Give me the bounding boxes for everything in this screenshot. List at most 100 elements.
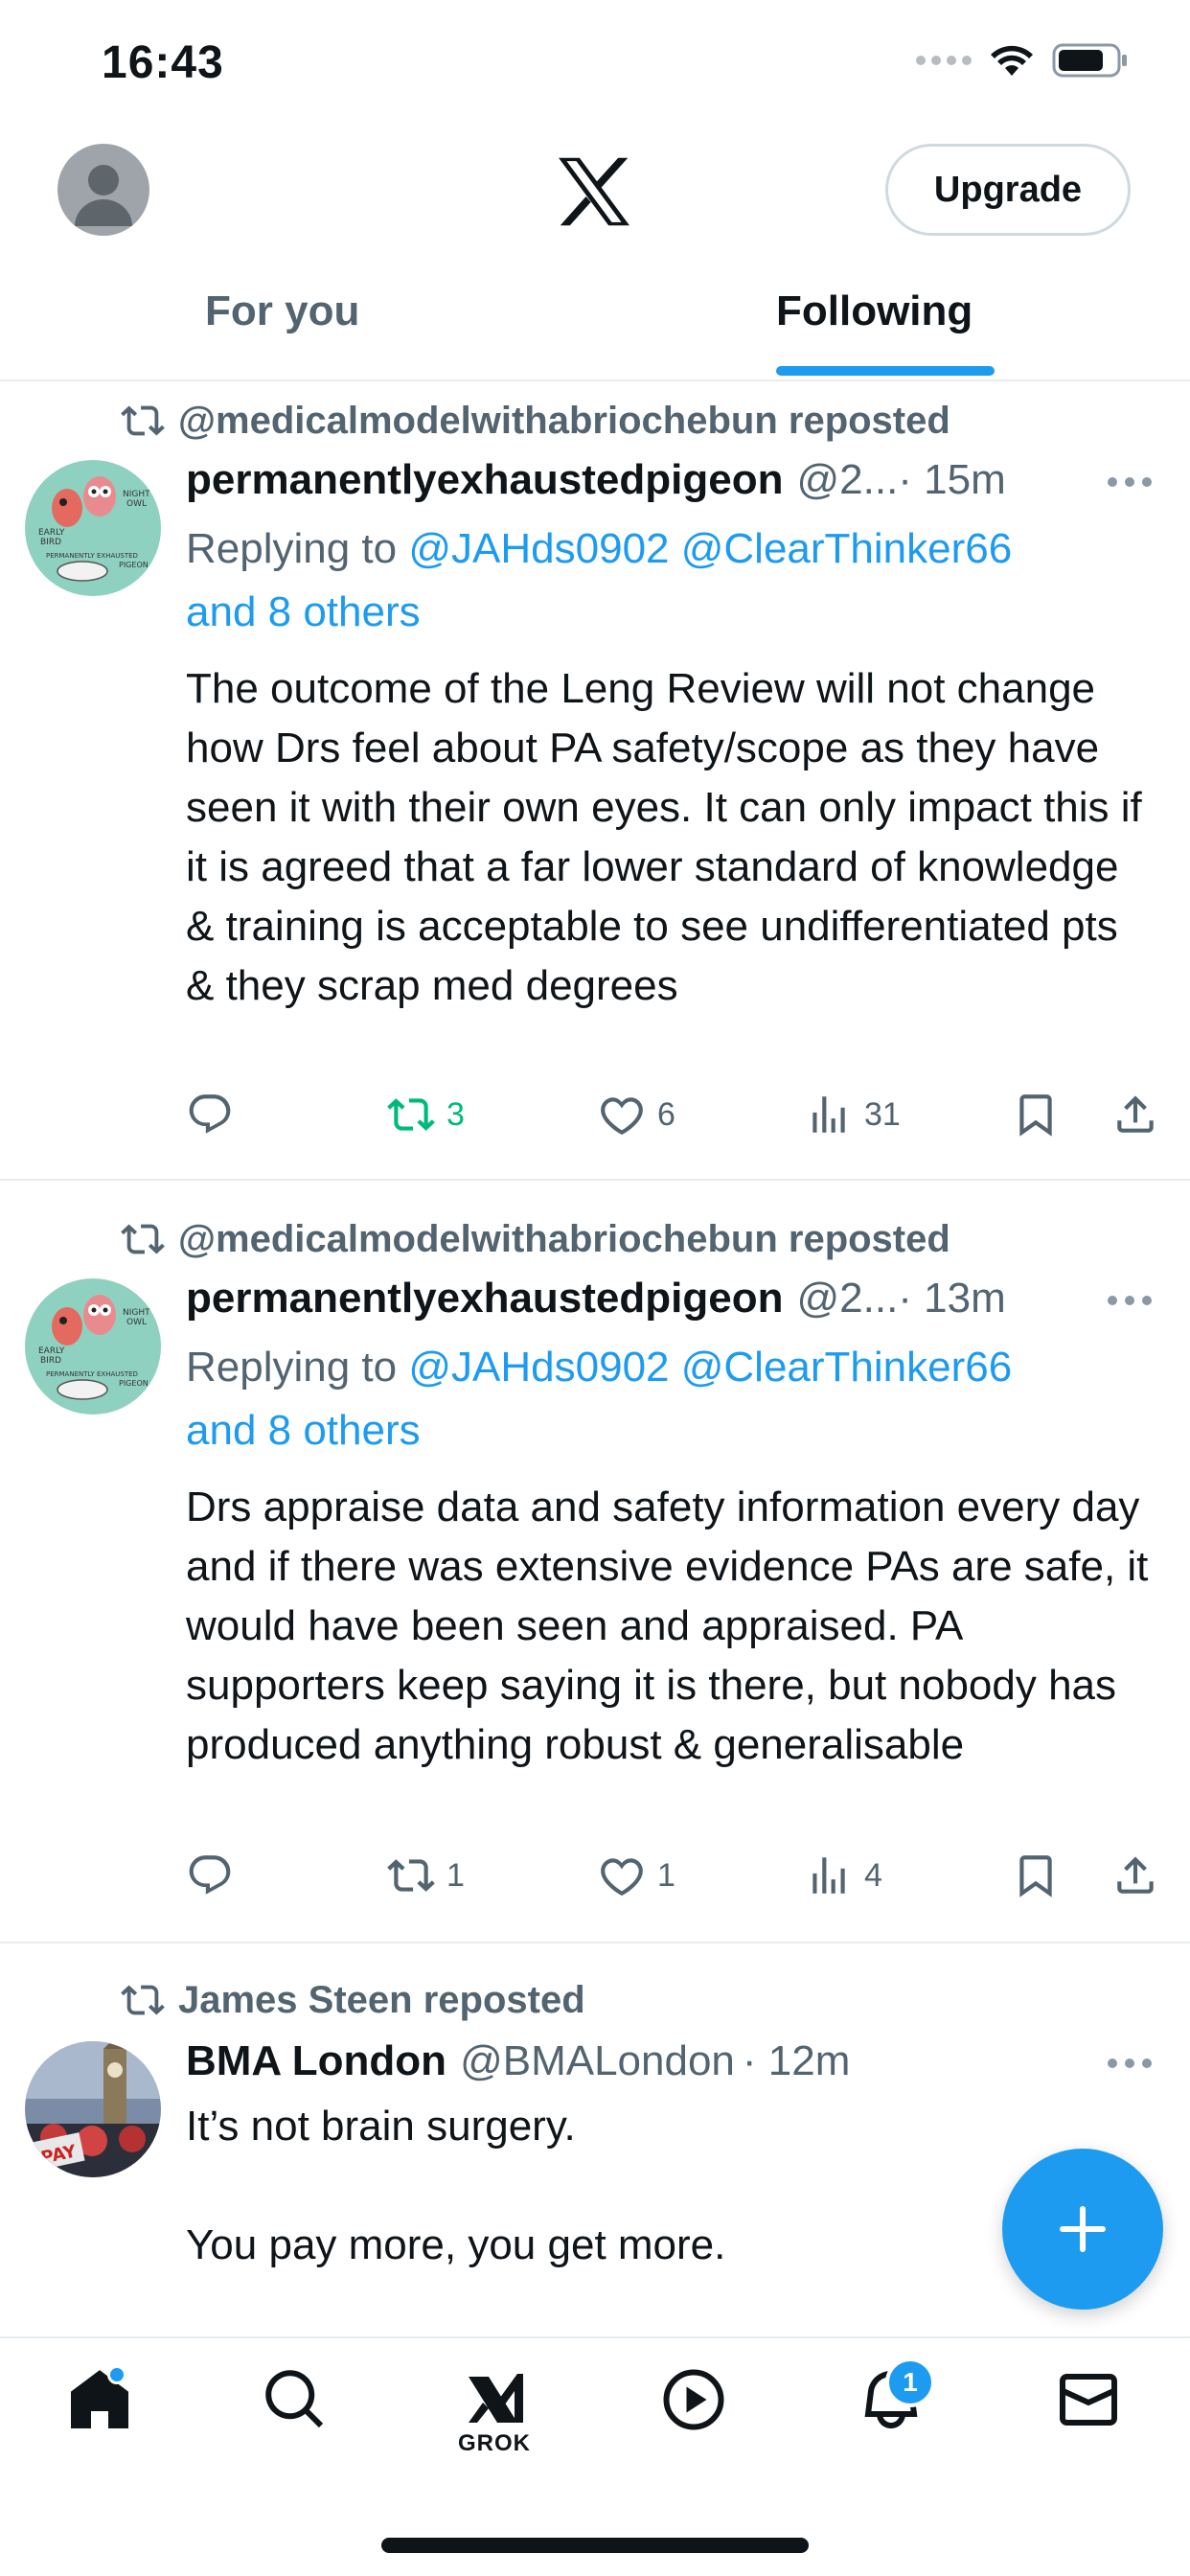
svg-text:OWL: OWL	[126, 499, 147, 509]
author-avatar[interactable]: PAY	[25, 2041, 161, 2177]
reply-and-others[interactable]: and 8 others	[186, 588, 421, 635]
repost-context: @medicalmodelwithabriochebun reposted	[121, 1217, 950, 1261]
share-icon	[1117, 1856, 1154, 1894]
wifi-icon	[991, 45, 1033, 76]
svg-text:OWL: OWL	[126, 1318, 147, 1327]
post-header: permanentlyexhaustedpigeon @2... · 15m	[186, 456, 1152, 504]
author-handle[interactable]: @2...	[796, 456, 898, 504]
reply-button[interactable]	[186, 1091, 234, 1138]
search-icon	[265, 2370, 324, 2428]
more-options-icon[interactable]	[1108, 477, 1157, 491]
post-actions: 3 6 31	[186, 1091, 1163, 1144]
author-name[interactable]: BMA London	[186, 2037, 446, 2085]
nav-messages[interactable]	[1041, 2365, 1136, 2480]
svg-text:PERMANENTLY EXHAUSTED: PERMANENTLY EXHAUSTED	[46, 552, 138, 560]
nav-search[interactable]	[247, 2365, 343, 2480]
svg-text:NIGHT: NIGHT	[123, 490, 150, 499]
share-icon	[1117, 1095, 1154, 1133]
status-icons	[916, 42, 1129, 79]
author-handle[interactable]: @BMALondon	[460, 2037, 735, 2085]
svg-text:BIRD: BIRD	[40, 538, 61, 547]
home-indicator	[381, 2538, 809, 2553]
bookmark-icon	[1019, 1094, 1052, 1137]
author-avatar[interactable]: NIGHT OWL EARLY BIRD PERMANENTLY EXHAUST…	[25, 460, 161, 596]
repost-context: James Steen reposted	[121, 1978, 585, 2022]
tab-for-you[interactable]: For you	[205, 288, 359, 335]
post-text: The outcome of the Leng Review will not …	[186, 665, 1142, 1009]
repost-context: @medicalmodelwithabriochebun reposted	[121, 399, 950, 443]
upgrade-button[interactable]: Upgrade	[885, 144, 1131, 236]
nav-grok[interactable]: GROK	[446, 2365, 542, 2480]
repost-label: @medicalmodelwithabriochebun reposted	[178, 399, 950, 442]
view-count: 4	[864, 1856, 882, 1894]
replying-to-label: Replying to	[186, 525, 398, 572]
like-button[interactable]: 1	[598, 1852, 675, 1899]
views-button[interactable]: 4	[805, 1852, 882, 1899]
repost-button[interactable]: 3	[387, 1091, 465, 1138]
svg-text:EARLY: EARLY	[38, 1346, 65, 1356]
repost-button[interactable]: 1	[387, 1852, 465, 1899]
cellular-signal-icon	[916, 56, 972, 65]
timeline-tabs: For you Following	[0, 278, 1190, 381]
nav-home[interactable]	[52, 2365, 148, 2480]
more-options-icon[interactable]	[1108, 1296, 1157, 1309]
play-circle-icon	[663, 2369, 724, 2430]
repost-icon	[387, 1859, 435, 1892]
bookmark-button[interactable]	[1012, 1852, 1060, 1899]
like-count: 6	[657, 1095, 675, 1133]
reply-button[interactable]	[186, 1852, 234, 1899]
repost-icon	[121, 1224, 165, 1254]
bookmark-button[interactable]	[1012, 1091, 1060, 1138]
svg-text:NIGHT: NIGHT	[123, 1308, 150, 1318]
post-header: BMA London @BMALondon · 12m	[186, 2037, 1152, 2085]
status-bar: 16:43	[0, 0, 1190, 134]
like-count: 1	[657, 1856, 675, 1894]
author-name[interactable]: permanentlyexhaustedpigeon	[186, 1275, 783, 1322]
reply-mentions[interactable]: @JAHds0902 @ClearThinker66	[408, 525, 1012, 572]
post[interactable]: James Steen reposted PAY BMA London @BMA…	[0, 1944, 1190, 2346]
heart-icon	[601, 1097, 643, 1135]
more-options-icon[interactable]	[1108, 2058, 1157, 2072]
nav-notifications[interactable]: 1	[843, 2358, 939, 2480]
repost-label: James Steen reposted	[178, 1978, 585, 2021]
compose-post-button[interactable]	[1002, 2149, 1163, 2310]
author-name[interactable]: permanentlyexhaustedpigeon	[186, 456, 783, 504]
nav-video[interactable]	[646, 2365, 742, 2480]
bird-avatar-image: NIGHT OWL EARLY BIRD PERMANENTLY EXHAUST…	[25, 460, 161, 596]
profile-avatar[interactable]	[57, 144, 149, 236]
tab-following[interactable]: Following	[776, 288, 973, 335]
reply-icon	[189, 1094, 231, 1134]
svg-text:PERMANENTLY EXHAUSTED: PERMANENTLY EXHAUSTED	[46, 1370, 138, 1378]
svg-text:BIRD: BIRD	[40, 1356, 61, 1366]
view-count: 31	[864, 1095, 901, 1133]
notification-badge: 1	[885, 2358, 935, 2407]
active-tab-indicator	[776, 366, 995, 376]
share-button[interactable]	[1111, 1852, 1159, 1899]
share-button[interactable]	[1111, 1091, 1159, 1138]
post-timestamp[interactable]: · 13m	[898, 1275, 1005, 1322]
author-avatar[interactable]: NIGHT OWL EARLY BIRD PERMANENTLY EXHAUST…	[25, 1278, 161, 1414]
reply-and-others[interactable]: and 8 others	[186, 1407, 421, 1454]
replying-to: Replying to @JAHds0902 @ClearThinker66 a…	[186, 1336, 1144, 1462]
post[interactable]: @medicalmodelwithabriochebun reposted NI…	[0, 1181, 1190, 1944]
post-header: permanentlyexhaustedpigeon @2... · 13m	[186, 1275, 1152, 1322]
post[interactable]: @medicalmodelwithabriochebun reposted NI…	[0, 383, 1190, 1181]
views-button[interactable]: 31	[805, 1091, 901, 1138]
bird-avatar-image: NIGHT OWL EARLY BIRD PERMANENTLY EXHAUST…	[25, 1278, 161, 1414]
post-timestamp[interactable]: · 12m	[743, 2037, 850, 2085]
replying-to-label: Replying to	[186, 1344, 398, 1391]
post-timestamp[interactable]: · 15m	[898, 456, 1005, 504]
author-handle[interactable]: @2...	[796, 1275, 898, 1322]
status-time: 16:43	[102, 37, 224, 88]
repost-label: @medicalmodelwithabriochebun reposted	[178, 1217, 950, 1260]
repost-count: 3	[446, 1095, 465, 1133]
reply-mentions[interactable]: @JAHds0902 @ClearThinker66	[408, 1344, 1012, 1391]
x-logo-icon[interactable]	[554, 151, 634, 232]
post-text: Drs appraise data and safety information…	[186, 1484, 1149, 1768]
bma-london-avatar-image: PAY	[25, 2041, 161, 2177]
grok-label: GROK	[458, 2430, 531, 2456]
like-button[interactable]: 6	[598, 1091, 675, 1138]
reply-icon	[189, 1855, 231, 1895]
repost-count: 1	[446, 1856, 465, 1894]
bookmark-icon	[1019, 1855, 1052, 1898]
